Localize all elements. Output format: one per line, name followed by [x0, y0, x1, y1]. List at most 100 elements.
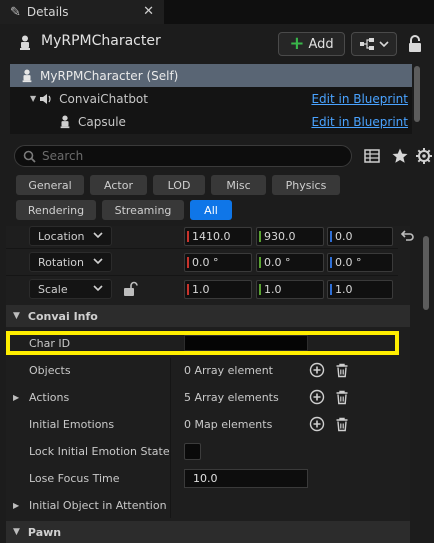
filter-misc[interactable]: Misc: [211, 175, 266, 195]
capsule-icon: [60, 114, 70, 128]
scale-y-value: 1.0: [264, 283, 282, 296]
location-z-field[interactable]: 0.0: [327, 227, 393, 246]
search-icon: [23, 150, 36, 163]
table-view-icon[interactable]: [363, 147, 381, 165]
filter-actor[interactable]: Actor: [90, 175, 147, 195]
properties-scrollbar[interactable]: [423, 236, 429, 310]
lose-focus-time-input[interactable]: 10.0: [184, 469, 308, 488]
pencil-icon: ✎: [10, 4, 21, 20]
trash-icon[interactable]: [334, 362, 350, 378]
location-y-value: 930.0: [264, 230, 296, 243]
rotation-label: Rotation: [38, 255, 85, 269]
filter-rendering[interactable]: Rendering: [16, 200, 96, 220]
initial-object-attention-label: Initial Object in Attention: [29, 499, 167, 512]
tree-item-label: MyRPMCharacter (Self): [40, 68, 179, 83]
section-title: Pawn: [27, 525, 62, 539]
search-placeholder: Search: [42, 149, 84, 163]
actor-name: MyRPMCharacter: [41, 33, 161, 49]
plus-icon: +: [289, 33, 305, 54]
filter-streaming[interactable]: Streaming: [102, 200, 184, 220]
expand-arrow-icon[interactable]: ▶: [13, 501, 19, 510]
tree-scrollbar[interactable]: [414, 66, 420, 122]
chevron-down-icon: [93, 258, 103, 265]
row-divider: [6, 248, 398, 249]
location-x-field[interactable]: 1410.0: [184, 227, 252, 246]
star-icon[interactable]: [391, 147, 409, 165]
add-element-icon[interactable]: [309, 416, 325, 432]
location-label: Location: [38, 229, 85, 243]
tree-item-label: Capsule: [78, 114, 126, 129]
speaker-icon: [40, 93, 51, 104]
rotation-dropdown[interactable]: Rotation: [29, 252, 112, 272]
x-axis-marker: [187, 231, 189, 242]
add-element-icon[interactable]: [309, 389, 325, 405]
details-tab[interactable]: ✎ Details ✕: [0, 0, 164, 24]
scale-label: Scale: [38, 282, 68, 296]
chevron-down-icon: [93, 285, 103, 292]
actions-label: Actions: [29, 391, 70, 404]
rotation-z-value: 0.0 °: [335, 256, 362, 269]
lock-emotion-label: Lock Initial Emotion State: [29, 445, 170, 458]
expand-arrow-icon[interactable]: ▶: [13, 393, 19, 402]
scale-x-field[interactable]: 1.0: [184, 280, 252, 299]
edit-in-blueprint-link[interactable]: Edit in Blueprint: [311, 115, 408, 129]
x-axis-marker: [187, 284, 189, 295]
tree-item-capsule[interactable]: Capsule Edit in Blueprint: [10, 110, 412, 133]
rotation-y-value: 0.0 °: [264, 256, 291, 269]
location-y-field[interactable]: 930.0: [256, 227, 324, 246]
add-element-icon[interactable]: [309, 362, 325, 378]
rotation-x-value: 0.0 °: [192, 256, 219, 269]
blueprint-options-button[interactable]: [351, 32, 397, 56]
y-axis-marker: [259, 231, 261, 242]
scale-z-value: 1.0: [335, 283, 353, 296]
rotation-y-field[interactable]: 0.0 °: [256, 253, 324, 272]
x-axis-marker: [187, 257, 189, 268]
tree-item-convaichatbot[interactable]: ▼ ConvaiChatbot Edit in Blueprint: [10, 87, 412, 110]
objects-label: Objects: [29, 364, 71, 377]
gear-icon[interactable]: [415, 147, 433, 165]
tree-item-label: ConvaiChatbot: [59, 91, 148, 106]
collapse-arrow-icon[interactable]: ▼: [30, 94, 36, 103]
edit-in-blueprint-link[interactable]: Edit in Blueprint: [311, 92, 408, 106]
trash-icon[interactable]: [334, 389, 350, 405]
reset-icon[interactable]: [399, 228, 415, 244]
chevron-down-icon: [379, 41, 389, 48]
rotation-z-field[interactable]: 0.0 °: [327, 253, 393, 272]
close-tab-icon[interactable]: ✕: [143, 4, 154, 19]
character-icon: [22, 68, 32, 82]
initial-emotions-label: Initial Emotions: [29, 418, 115, 431]
tree-item-self[interactable]: MyRPMCharacter (Self): [10, 64, 412, 87]
unlock-icon[interactable]: [122, 281, 138, 297]
component-tree: MyRPMCharacter (Self) ▼ ConvaiChatbot Ed…: [10, 64, 412, 134]
search-input[interactable]: Search: [14, 145, 352, 167]
lock-emotion-checkbox[interactable]: [184, 443, 201, 460]
column-divider: [170, 358, 171, 518]
scale-dropdown[interactable]: Scale: [29, 279, 112, 299]
row-divider: [6, 275, 398, 276]
lock-icon[interactable]: [406, 34, 424, 54]
y-axis-marker: [259, 257, 261, 268]
scale-y-field[interactable]: 1.0: [256, 280, 324, 299]
properties-area: [6, 226, 410, 543]
filter-all[interactable]: All: [190, 200, 232, 220]
pawn-section-header[interactable]: ▼ Pawn: [6, 521, 410, 543]
highlight-box: [6, 331, 399, 355]
z-axis-marker: [330, 231, 332, 242]
collapse-arrow-icon: ▼: [13, 527, 20, 537]
y-axis-marker: [259, 284, 261, 295]
character-icon: [20, 35, 30, 50]
filter-physics[interactable]: Physics: [272, 175, 340, 195]
rotation-x-field[interactable]: 0.0 °: [184, 253, 252, 272]
z-axis-marker: [330, 284, 332, 295]
location-dropdown[interactable]: Location: [29, 226, 112, 246]
add-component-button[interactable]: + Add: [278, 32, 345, 56]
scale-x-value: 1.0: [192, 283, 210, 296]
trash-icon[interactable]: [334, 416, 350, 432]
add-label: Add: [308, 36, 334, 52]
objects-value: 0 Array element: [184, 364, 273, 377]
convai-info-section-header[interactable]: ▼ Convai Info: [6, 305, 410, 327]
location-z-value: 0.0: [335, 230, 353, 243]
filter-general[interactable]: General: [16, 175, 84, 195]
scale-z-field[interactable]: 1.0: [327, 280, 393, 299]
filter-lod[interactable]: LOD: [153, 175, 205, 195]
